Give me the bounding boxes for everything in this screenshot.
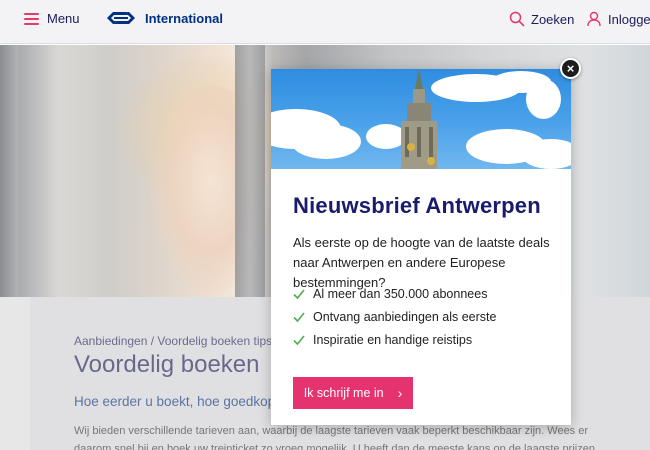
- logo-text: International: [145, 10, 224, 26]
- ns-logo-icon: [107, 12, 135, 24]
- check-icon: [293, 334, 305, 345]
- close-icon[interactable]: ×: [560, 58, 581, 79]
- benefit-item: Ontvang aanbiedingen als eerste: [293, 305, 496, 328]
- menu-button[interactable]: Menu: [24, 11, 80, 26]
- antwerp-cathedral-image: [271, 69, 571, 169]
- ns-logo[interactable]: International: [106, 10, 223, 26]
- benefit-item: Al meer dan 350.000 abonnees: [293, 282, 496, 305]
- benefit-label: Al meer dan 350.000 abonnees: [313, 286, 488, 301]
- login-label: Inloggen: [608, 11, 650, 27]
- subscribe-label: Ik schrijf me in: [303, 386, 384, 400]
- check-icon: [293, 311, 305, 322]
- site-header: Menu International Zoeken Inloggen: [0, 0, 650, 44]
- check-icon: [293, 288, 305, 299]
- subscribe-button[interactable]: Ik schrijf me in ›: [293, 377, 413, 409]
- benefit-label: Inspiratie en handige reistips: [313, 332, 473, 347]
- search-label: Zoeken: [531, 11, 575, 27]
- newsletter-modal: Nieuwsbrief Antwerpen Als eerste op de h…: [271, 69, 571, 425]
- search-button[interactable]: Zoeken: [509, 11, 574, 27]
- chevron-right-icon: ›: [397, 385, 403, 401]
- login-button[interactable]: Inloggen: [587, 11, 650, 27]
- user-icon: [587, 11, 601, 27]
- search-icon: [509, 11, 525, 27]
- menu-label: Menu: [47, 11, 80, 26]
- hamburger-icon: [24, 12, 39, 25]
- benefit-item: Inspiratie en handige reistips: [293, 328, 496, 351]
- benefits-list: Al meer dan 350.000 abonnees Ontvang aan…: [293, 282, 496, 351]
- benefit-label: Ontvang aanbiedingen als eerste: [313, 309, 497, 324]
- modal-title: Nieuwsbrief Antwerpen: [293, 193, 541, 218]
